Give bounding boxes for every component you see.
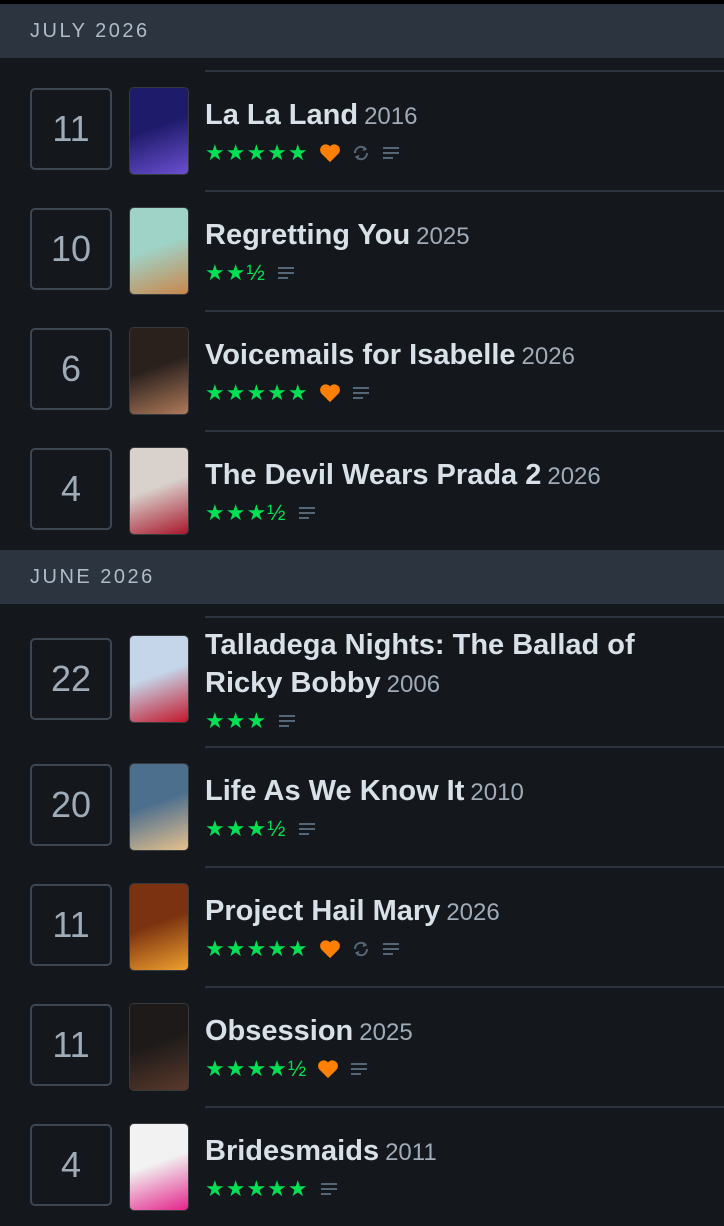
diary-entry[interactable]: 22 Talladega Nights: The Ballad of Ricky…	[30, 616, 724, 746]
heart-icon	[319, 940, 340, 959]
review-icon	[382, 943, 399, 955]
diary-entry[interactable]: 4 Bridesmaids 2011 ★★★★★	[30, 1106, 724, 1226]
review-icon	[320, 1183, 337, 1195]
film-year[interactable]: 2016	[364, 103, 417, 130]
review-icon	[382, 147, 399, 159]
star-rating: ★★★★★	[205, 380, 309, 405]
review-icon	[298, 823, 315, 835]
diary-entry[interactable]: 10 Regretting You 2025 ★★½	[30, 190, 724, 310]
diary-entry[interactable]: 4 The Devil Wears Prada 2 2026 ★★★½	[30, 430, 724, 550]
film-year[interactable]: 2006	[387, 671, 440, 698]
diary-entry[interactable]: 11 La La Land 2016 ★★★★★	[30, 70, 724, 190]
film-title[interactable]: The Devil Wears Prada 2	[205, 459, 541, 491]
diary-entry[interactable]: 20 Life As We Know It 2010 ★★★½	[30, 746, 724, 866]
month-label: JUNE 2026	[30, 565, 155, 588]
day-badge[interactable]: 11	[30, 1004, 112, 1086]
heart-icon	[318, 1060, 339, 1079]
month-header-july: JULY 2026	[0, 4, 724, 58]
star-rating: ★★★★★	[205, 140, 309, 165]
film-title[interactable]: Bridesmaids	[205, 1135, 379, 1167]
star-rating: ★★★½	[205, 500, 287, 525]
review-icon	[298, 507, 315, 519]
poster-thumbnail[interactable]	[130, 448, 188, 534]
heart-icon	[319, 144, 340, 163]
day-badge[interactable]: 11	[30, 884, 112, 966]
film-title[interactable]: Life As We Know It	[205, 775, 464, 807]
film-year[interactable]: 2025	[359, 1019, 412, 1046]
poster-thumbnail[interactable]	[130, 328, 188, 414]
rewatch-icon	[353, 941, 368, 957]
rewatch-icon	[353, 145, 368, 161]
day-badge[interactable]: 11	[30, 88, 112, 170]
day-badge[interactable]: 20	[30, 764, 112, 846]
poster-thumbnail[interactable]	[130, 1004, 188, 1090]
month-label: JULY 2026	[30, 19, 150, 42]
poster-thumbnail[interactable]	[130, 636, 188, 722]
poster-thumbnail[interactable]	[130, 1124, 188, 1210]
diary-entry[interactable]: 6 Voicemails for Isabelle 2026 ★★★★★	[30, 310, 724, 430]
film-year[interactable]: 2026	[547, 463, 600, 490]
review-icon	[277, 267, 294, 279]
day-badge[interactable]: 4	[30, 448, 112, 530]
day-badge[interactable]: 6	[30, 328, 112, 410]
diary-entry[interactable]: 11 Project Hail Mary 2026 ★★★★★	[30, 866, 724, 986]
diary-entry[interactable]: 11 Obsession 2025 ★★★★½	[30, 986, 724, 1106]
star-rating: ★★★★½	[205, 1056, 308, 1081]
poster-thumbnail[interactable]	[130, 88, 188, 174]
film-title[interactable]: Voicemails for Isabelle	[205, 339, 516, 371]
film-year[interactable]: 2025	[416, 223, 469, 250]
diary-list: JULY 2026 11 La La Land 2016 ★★★★★ 10 Reg…	[0, 4, 724, 1226]
review-icon	[352, 387, 369, 399]
film-year[interactable]: 2011	[385, 1139, 437, 1166]
poster-thumbnail[interactable]	[130, 884, 188, 970]
day-badge[interactable]: 10	[30, 208, 112, 290]
review-icon	[279, 715, 296, 727]
heart-icon	[319, 384, 340, 403]
film-title[interactable]: La La Land	[205, 99, 358, 131]
film-year[interactable]: 2026	[446, 899, 499, 926]
poster-thumbnail[interactable]	[130, 764, 188, 850]
film-title[interactable]: Project Hail Mary	[205, 895, 440, 927]
star-rating: ★★★	[205, 708, 268, 733]
review-icon	[351, 1063, 368, 1075]
star-rating: ★★★★★	[205, 1176, 309, 1201]
star-rating: ★★★½	[205, 816, 287, 841]
film-title[interactable]: Obsession	[205, 1015, 353, 1047]
month-header-june: JUNE 2026	[0, 550, 724, 604]
film-year[interactable]: 2026	[522, 343, 575, 370]
film-title[interactable]: Regretting You	[205, 219, 410, 251]
star-rating: ★★★★★	[205, 936, 309, 961]
day-badge[interactable]: 4	[30, 1124, 112, 1206]
film-year[interactable]: 2010	[470, 779, 523, 806]
star-rating: ★★½	[205, 260, 266, 285]
poster-thumbnail[interactable]	[130, 208, 188, 294]
day-badge[interactable]: 22	[30, 638, 112, 720]
